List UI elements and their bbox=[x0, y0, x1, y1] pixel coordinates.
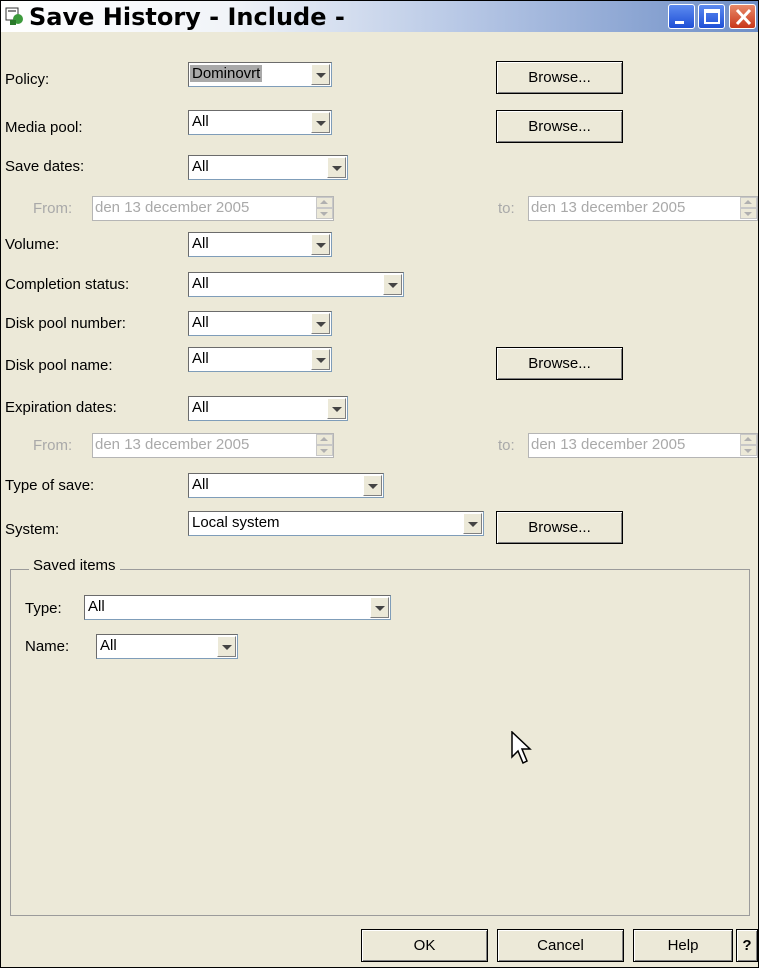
chevron-down-icon[interactable] bbox=[383, 274, 402, 295]
save-dates-to-value: den 13 december 2005 bbox=[531, 199, 686, 216]
disk-pool-name-browse-button[interactable]: Browse... bbox=[496, 347, 623, 380]
volume-label: Volume: bbox=[5, 236, 60, 253]
chevron-down-icon[interactable] bbox=[363, 475, 382, 496]
save-dates-from-value: den 13 december 2005 bbox=[95, 199, 250, 216]
chevron-down-icon[interactable] bbox=[370, 597, 389, 618]
saved-items-name-value: All bbox=[100, 637, 117, 654]
policy-browse-button[interactable]: Browse... bbox=[496, 61, 623, 94]
system-combo[interactable]: Local system bbox=[188, 511, 484, 536]
context-help-button[interactable]: ? bbox=[736, 929, 758, 962]
disk-pool-number-value: All bbox=[192, 314, 209, 331]
close-button[interactable] bbox=[729, 4, 756, 29]
chevron-down-icon[interactable] bbox=[311, 234, 330, 255]
expiration-dates-to-spinner[interactable]: den 13 december 2005 bbox=[528, 433, 758, 458]
maximize-icon bbox=[704, 9, 720, 24]
disk-pool-number-label: Disk pool number: bbox=[5, 315, 126, 332]
saved-items-name-label: Name: bbox=[25, 638, 70, 655]
chevron-down-icon[interactable] bbox=[327, 157, 346, 178]
saved-items-name-combo[interactable]: All bbox=[96, 634, 238, 659]
ok-button[interactable]: OK bbox=[361, 929, 488, 962]
chevron-down-icon[interactable] bbox=[217, 636, 236, 657]
expiration-dates-value: All bbox=[192, 399, 209, 416]
media-pool-value: All bbox=[192, 113, 209, 130]
chevron-down-icon[interactable] bbox=[327, 398, 346, 419]
expiration-dates-to-label: to: bbox=[498, 437, 515, 454]
type-of-save-label: Type of save: bbox=[5, 477, 95, 494]
volume-value: All bbox=[192, 235, 209, 252]
system-browse-button[interactable]: Browse... bbox=[496, 511, 623, 544]
policy-combo[interactable]: Dominovrt bbox=[188, 62, 332, 87]
saved-items-type-label: Type: bbox=[25, 600, 62, 617]
spin-up-icon[interactable] bbox=[316, 434, 333, 445]
save-dates-combo[interactable]: All bbox=[188, 155, 348, 180]
type-of-save-combo[interactable]: All bbox=[188, 473, 384, 498]
save-dates-from-spinner[interactable]: den 13 december 2005 bbox=[92, 196, 334, 221]
spin-up-icon[interactable] bbox=[316, 197, 333, 208]
policy-label: Policy: bbox=[5, 71, 50, 88]
spin-down-icon[interactable] bbox=[740, 208, 757, 219]
app-icon bbox=[5, 7, 23, 25]
spin-up-icon[interactable] bbox=[740, 434, 757, 445]
media-pool-label: Media pool: bbox=[5, 119, 83, 136]
mouse-pointer-icon bbox=[511, 731, 532, 765]
saved-items-type-combo[interactable]: All bbox=[84, 595, 391, 620]
title-bar[interactable]: Save History - Include - bbox=[1, 1, 758, 32]
system-label: System: bbox=[5, 521, 60, 538]
saved-items-title: Saved items bbox=[29, 557, 120, 574]
saved-items-type-value: All bbox=[88, 598, 105, 615]
volume-combo[interactable]: All bbox=[188, 232, 332, 257]
spin-down-icon[interactable] bbox=[316, 208, 333, 219]
window-title: Save History - Include - bbox=[29, 3, 345, 31]
media-pool-combo[interactable]: All bbox=[188, 110, 332, 135]
help-button[interactable]: Help bbox=[633, 929, 733, 962]
save-history-dialog: Save History - Include - Policy: Dominov… bbox=[0, 0, 759, 968]
cancel-button[interactable]: Cancel bbox=[497, 929, 624, 962]
save-dates-value: All bbox=[192, 158, 209, 175]
close-icon bbox=[735, 8, 752, 26]
chevron-down-icon[interactable] bbox=[311, 64, 330, 85]
chevron-down-icon[interactable] bbox=[311, 349, 330, 370]
expiration-dates-from-value: den 13 december 2005 bbox=[95, 436, 250, 453]
chevron-down-icon[interactable] bbox=[463, 513, 482, 534]
minimize-button[interactable] bbox=[668, 4, 695, 29]
spin-down-icon[interactable] bbox=[316, 445, 333, 456]
disk-pool-name-value: All bbox=[192, 350, 209, 367]
save-dates-to-spinner[interactable]: den 13 december 2005 bbox=[528, 196, 758, 221]
chevron-down-icon[interactable] bbox=[311, 112, 330, 133]
spin-down-icon[interactable] bbox=[740, 445, 757, 456]
completion-status-value: All bbox=[192, 275, 209, 292]
maximize-button[interactable] bbox=[698, 4, 725, 29]
completion-status-combo[interactable]: All bbox=[188, 272, 404, 297]
minimize-icon bbox=[675, 21, 684, 24]
policy-value: Dominovrt bbox=[190, 65, 263, 82]
media-pool-browse-button[interactable]: Browse... bbox=[496, 110, 623, 143]
expiration-dates-from-spinner[interactable]: den 13 december 2005 bbox=[92, 433, 334, 458]
expiration-dates-combo[interactable]: All bbox=[188, 396, 348, 421]
disk-pool-name-label: Disk pool name: bbox=[5, 357, 113, 374]
save-dates-to-label: to: bbox=[498, 200, 515, 217]
type-of-save-value: All bbox=[192, 476, 209, 493]
disk-pool-number-combo[interactable]: All bbox=[188, 311, 332, 336]
spin-up-icon[interactable] bbox=[740, 197, 757, 208]
expiration-dates-from-label: From: bbox=[33, 437, 73, 454]
expiration-dates-label: Expiration dates: bbox=[5, 399, 117, 416]
save-dates-label: Save dates: bbox=[5, 158, 85, 175]
chevron-down-icon[interactable] bbox=[311, 313, 330, 334]
save-dates-from-label: From: bbox=[33, 200, 73, 217]
saved-items-group bbox=[10, 569, 750, 916]
system-value: Local system bbox=[192, 514, 280, 531]
expiration-dates-to-value: den 13 december 2005 bbox=[531, 436, 686, 453]
completion-status-label: Completion status: bbox=[5, 276, 130, 293]
disk-pool-name-combo[interactable]: All bbox=[188, 347, 332, 372]
